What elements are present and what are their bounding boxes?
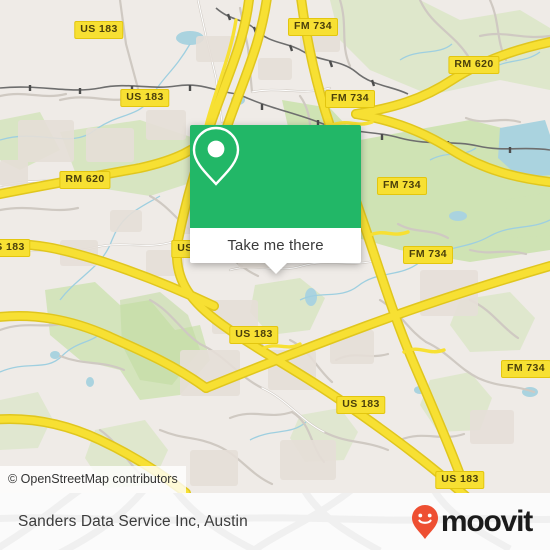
moovit-logo[interactable]: moovit (410, 504, 533, 540)
map-screenshot: US 183 FM 734 RM 620 US 183 FM 734 RM 62… (0, 0, 550, 550)
footer-bar: Sanders Data Service Inc, Austin moovit (0, 493, 550, 550)
road-shield: US 183 (435, 471, 485, 489)
road-shield: FM 734 (501, 360, 550, 378)
road-shield: US 183 (120, 89, 170, 107)
footer-content: Sanders Data Service Inc, Austin moovit (0, 493, 550, 550)
road-shield: US 183 (0, 239, 31, 257)
popup-image-area (190, 125, 361, 228)
road-shield: RM 620 (59, 171, 111, 189)
road-shield: RM 620 (448, 56, 500, 74)
road-shield: FM 734 (403, 246, 453, 264)
location-popup-card[interactable]: Take me there (190, 125, 361, 274)
popup-pointer-tail (264, 263, 287, 274)
road-shield: US 183 (229, 326, 279, 344)
road-shield: FM 734 (325, 90, 375, 108)
take-me-there-label: Take me there (227, 237, 324, 254)
road-shield: US 183 (74, 21, 124, 39)
map-pin-icon (192, 126, 240, 186)
road-shield: FM 734 (377, 177, 427, 195)
map-canvas[interactable]: US 183 FM 734 RM 620 US 183 FM 734 RM 62… (0, 0, 550, 493)
moovit-wordmark: moovit (440, 504, 533, 538)
road-shield: FM 734 (288, 18, 338, 36)
popup-action-area[interactable]: Take me there (190, 228, 361, 274)
moovit-smiling-pin-icon (411, 504, 438, 539)
place-name-title: Sanders Data Service Inc, Austin (18, 512, 248, 530)
osm-attribution[interactable]: © OpenStreetMap contributors (0, 466, 186, 493)
road-shield: US 183 (336, 396, 386, 414)
